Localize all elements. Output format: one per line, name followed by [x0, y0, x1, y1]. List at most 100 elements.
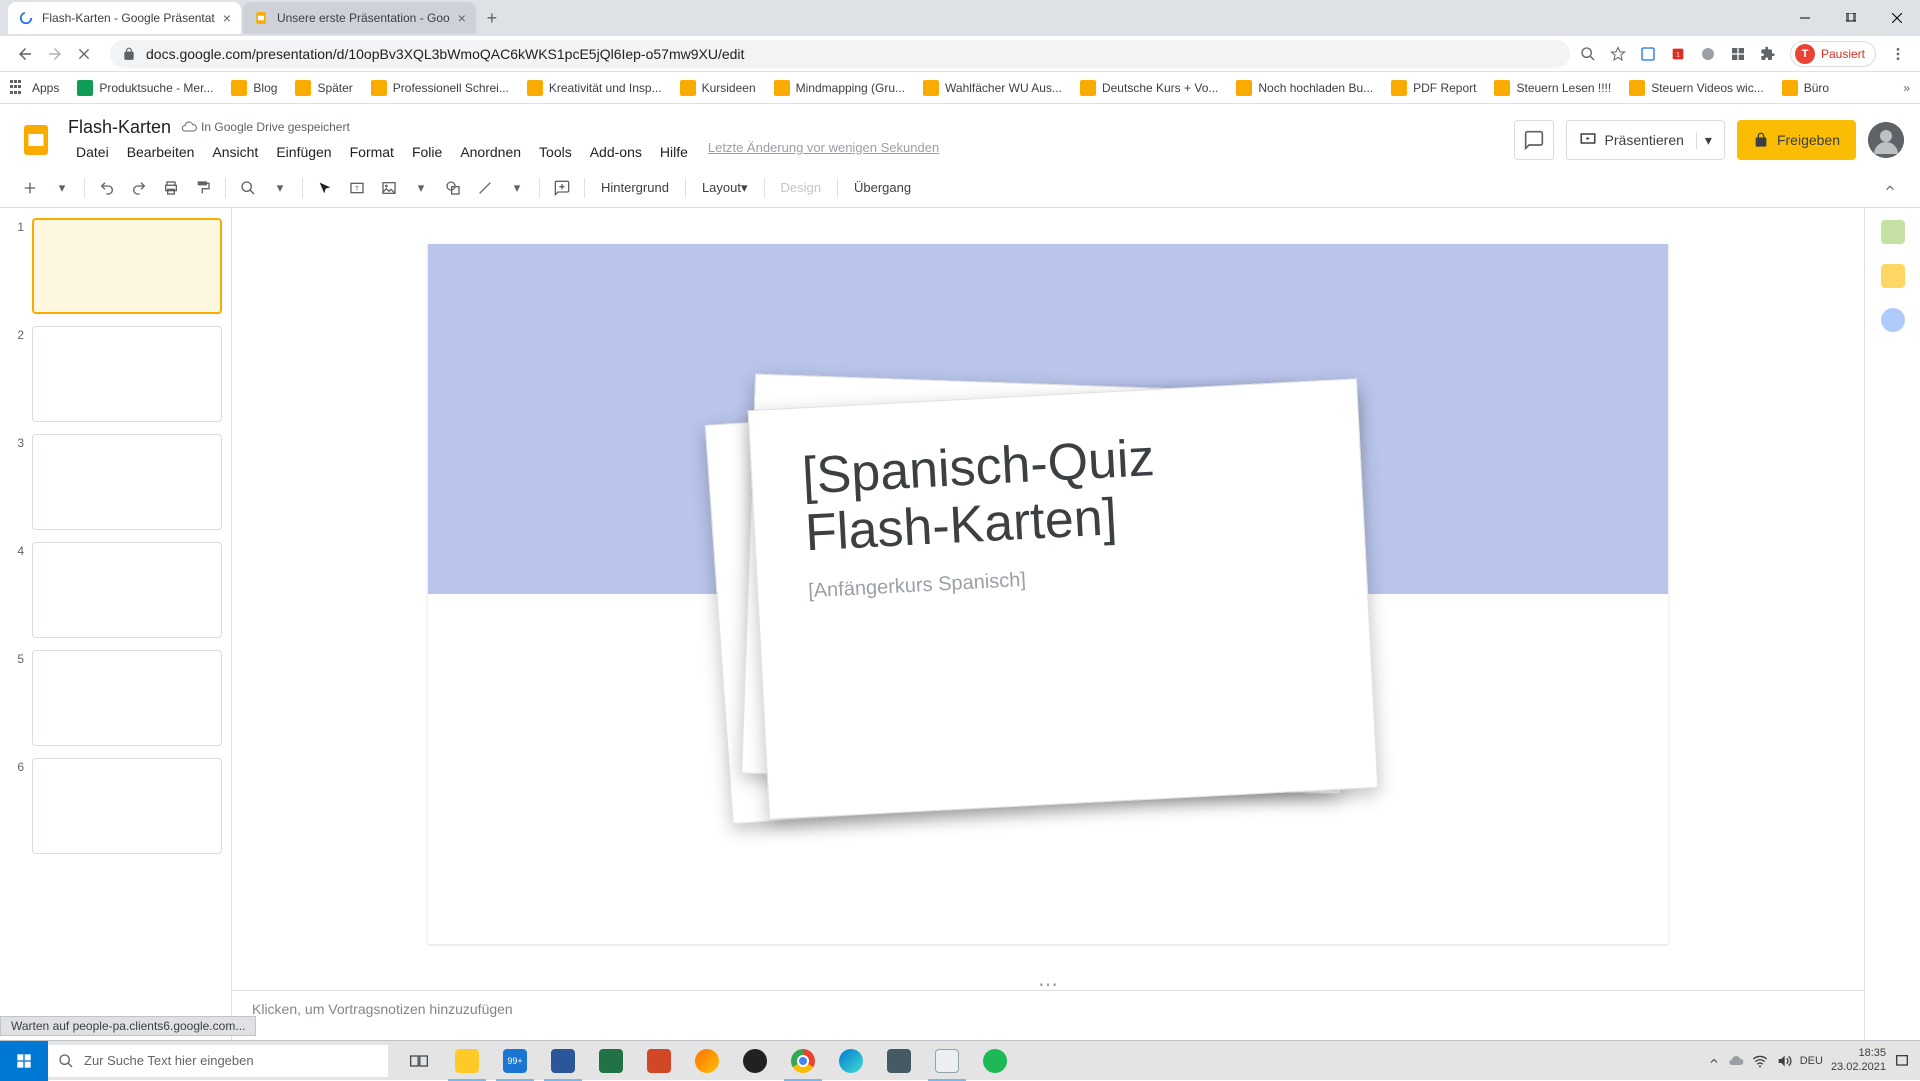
- tasks-addon-icon[interactable]: [1881, 308, 1905, 332]
- taskbar-app-icon[interactable]: [684, 1041, 730, 1081]
- clock[interactable]: 18:35 23.02.2021: [1831, 1047, 1886, 1073]
- zoom-dropdown[interactable]: ▾: [266, 174, 294, 202]
- bookmark-item[interactable]: Kreativität und Insp...: [527, 80, 662, 96]
- menu-hilfe[interactable]: Hilfe: [652, 140, 696, 164]
- edge-icon[interactable]: [828, 1041, 874, 1081]
- card-front[interactable]: [Spanisch-Quiz Flash-Karten] [Anfängerku…: [748, 378, 1379, 819]
- menu-folie[interactable]: Folie: [404, 140, 450, 164]
- browser-menu-icon[interactable]: [1890, 46, 1906, 62]
- back-button[interactable]: [16, 45, 34, 63]
- profile-paused-chip[interactable]: T Pausiert: [1790, 41, 1876, 67]
- doc-title[interactable]: Flash-Karten: [68, 117, 171, 138]
- account-avatar[interactable]: [1868, 122, 1904, 158]
- layout-button[interactable]: Layout ▾: [694, 174, 756, 202]
- slide-canvas[interactable]: [Spanisch-Quiz Flash-Karten] [Anfängerku…: [428, 244, 1668, 944]
- bookmarks-overflow-icon[interactable]: »: [1903, 81, 1910, 95]
- excel-icon[interactable]: [588, 1041, 634, 1081]
- notepad-icon[interactable]: [924, 1041, 970, 1081]
- menu-addons[interactable]: Add-ons: [582, 140, 650, 164]
- extension-icon[interactable]: [1700, 46, 1716, 62]
- url-field[interactable]: docs.google.com/presentation/d/10opBv3XQ…: [110, 40, 1570, 68]
- maximize-button[interactable]: [1828, 0, 1874, 36]
- apps-button[interactable]: Apps: [10, 80, 59, 96]
- taskbar-app-icon[interactable]: 99+: [492, 1041, 538, 1081]
- present-button[interactable]: Präsentieren ▾: [1566, 120, 1725, 160]
- calendar-addon-icon[interactable]: [1881, 220, 1905, 244]
- bookmark-item[interactable]: Kursideen: [680, 80, 756, 96]
- reload-stop-button[interactable]: [76, 46, 92, 62]
- taskbar-search[interactable]: Zur Suche Text hier eingeben: [48, 1045, 388, 1077]
- slide-thumbnail[interactable]: [32, 758, 222, 854]
- notifications-icon[interactable]: [1894, 1053, 1910, 1069]
- speaker-notes[interactable]: Klicken, um Vortragsnotizen hinzuzufügen: [232, 990, 1864, 1040]
- volume-icon[interactable]: [1776, 1053, 1792, 1069]
- bookmark-item[interactable]: Noch hochladen Bu...: [1236, 80, 1373, 96]
- menu-anordnen[interactable]: Anordnen: [452, 140, 529, 164]
- slides-logo-icon[interactable]: [16, 120, 56, 160]
- background-button[interactable]: Hintergrund: [593, 174, 677, 202]
- powerpoint-icon[interactable]: [636, 1041, 682, 1081]
- language-indicator[interactable]: DEU: [1800, 1055, 1823, 1067]
- print-button[interactable]: [157, 174, 185, 202]
- bookmark-item[interactable]: Büro: [1782, 80, 1829, 96]
- slide-thumbnail[interactable]: [32, 218, 222, 314]
- tray-overflow-icon[interactable]: [1708, 1055, 1720, 1067]
- tab-close-icon[interactable]: ×: [223, 10, 231, 26]
- spotify-icon[interactable]: [972, 1041, 1018, 1081]
- slide-thumbnail[interactable]: [32, 542, 222, 638]
- image-button[interactable]: [375, 174, 403, 202]
- line-button[interactable]: [471, 174, 499, 202]
- bookmark-item[interactable]: Steuern Videos wic...: [1629, 80, 1764, 96]
- slide-thumbnail[interactable]: [32, 434, 222, 530]
- select-tool-button[interactable]: [311, 174, 339, 202]
- collapse-toolbar-button[interactable]: [1876, 174, 1904, 202]
- new-tab-button[interactable]: +: [478, 4, 506, 32]
- present-dropdown-icon[interactable]: ▾: [1696, 132, 1712, 149]
- undo-button[interactable]: [93, 174, 121, 202]
- bookmark-item[interactable]: Wahlfächer WU Aus...: [923, 80, 1062, 96]
- tab-close-icon[interactable]: ×: [458, 10, 466, 26]
- bookmark-item[interactable]: Steuern Lesen !!!!: [1494, 80, 1611, 96]
- slide-thumbnail[interactable]: [32, 650, 222, 746]
- chrome-icon[interactable]: [780, 1041, 826, 1081]
- canvas-viewport[interactable]: [Spanisch-Quiz Flash-Karten] [Anfängerku…: [232, 208, 1864, 980]
- bookmark-item[interactable]: Deutsche Kurs + Vo...: [1080, 80, 1218, 96]
- new-slide-dropdown[interactable]: ▾: [48, 174, 76, 202]
- menu-einfuegen[interactable]: Einfügen: [268, 140, 339, 164]
- close-button[interactable]: [1874, 0, 1920, 36]
- transition-button[interactable]: Übergang: [846, 174, 919, 202]
- obs-icon[interactable]: [732, 1041, 778, 1081]
- forward-button[interactable]: [46, 45, 64, 63]
- line-dropdown[interactable]: ▾: [503, 174, 531, 202]
- zoom-icon[interactable]: [1580, 46, 1596, 62]
- minimize-button[interactable]: [1782, 0, 1828, 36]
- new-slide-button[interactable]: [16, 174, 44, 202]
- file-explorer-icon[interactable]: [444, 1041, 490, 1081]
- notes-splitter[interactable]: [232, 980, 1864, 990]
- bookmark-item[interactable]: Mindmapping (Gru...: [774, 80, 905, 96]
- onedrive-icon[interactable]: [1728, 1053, 1744, 1069]
- extension-icon[interactable]: 1: [1670, 46, 1686, 62]
- start-button[interactable]: [0, 1041, 48, 1081]
- bookmark-item[interactable]: Blog: [231, 80, 277, 96]
- bookmark-item[interactable]: PDF Report: [1391, 80, 1476, 96]
- filmstrip[interactable]: 1 2 3 4 5 6: [0, 208, 232, 1040]
- image-dropdown[interactable]: ▾: [407, 174, 435, 202]
- shape-button[interactable]: [439, 174, 467, 202]
- extension-icon[interactable]: [1730, 46, 1746, 62]
- browser-tab-active[interactable]: Flash-Karten - Google Präsentat ×: [8, 2, 241, 34]
- bookmark-item[interactable]: Später: [295, 80, 352, 96]
- slide-subtitle-text[interactable]: [Anfängerkurs Spanisch]: [808, 554, 1317, 604]
- slide-thumbnail[interactable]: [32, 326, 222, 422]
- keep-addon-icon[interactable]: [1881, 264, 1905, 288]
- taskbar-app-icon[interactable]: [876, 1041, 922, 1081]
- menu-bearbeiten[interactable]: Bearbeiten: [119, 140, 203, 164]
- reading-list-icon[interactable]: [1640, 46, 1656, 62]
- design-button[interactable]: Design: [773, 174, 829, 202]
- bookmark-star-icon[interactable]: [1610, 46, 1626, 62]
- wifi-icon[interactable]: [1752, 1053, 1768, 1069]
- textbox-button[interactable]: T: [343, 174, 371, 202]
- comments-button[interactable]: [1514, 120, 1554, 160]
- share-button[interactable]: Freigeben: [1737, 120, 1856, 160]
- comment-insert-button[interactable]: [548, 174, 576, 202]
